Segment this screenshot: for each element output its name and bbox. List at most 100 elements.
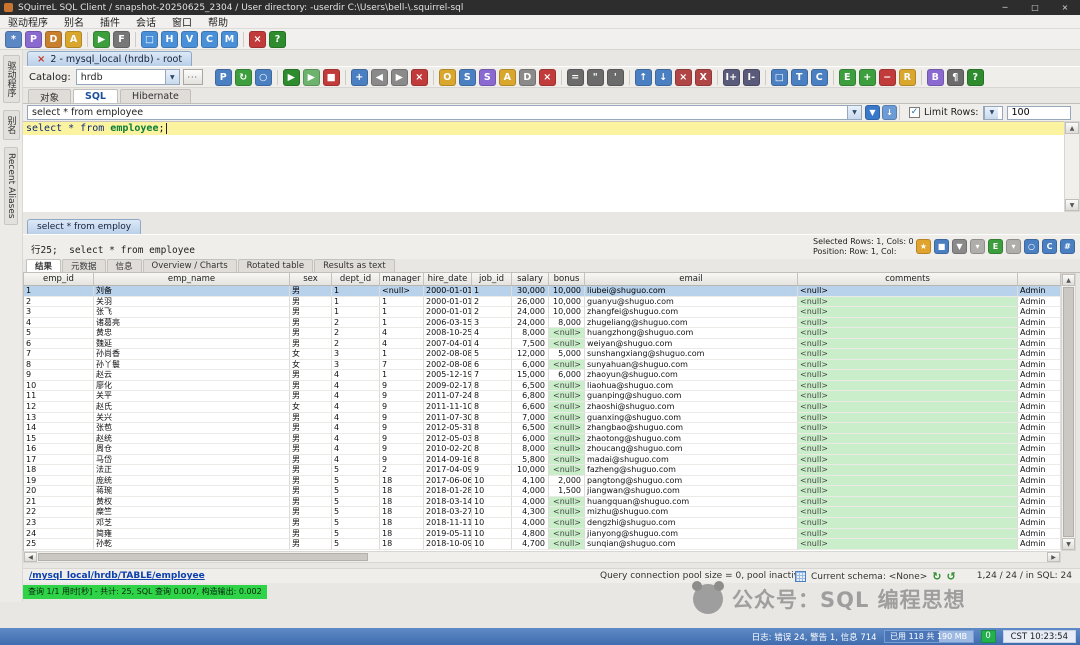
cell[interactable]: 18 xyxy=(380,507,424,518)
cell[interactable]: 2017-04-09 xyxy=(424,465,472,476)
cell[interactable]: 诸葛亮 xyxy=(94,318,290,329)
minimize-button[interactable]: ─ xyxy=(990,0,1020,15)
cell[interactable]: Admin xyxy=(1018,476,1061,487)
catalog-dropdown-icon[interactable] xyxy=(165,70,179,84)
cascade-windows-icon[interactable]: C xyxy=(201,31,218,48)
table-row[interactable]: 6魏延男242007-04-0147,500<null>weiyan@shugu… xyxy=(24,339,1061,350)
cell[interactable]: 2000-01-01 xyxy=(424,297,472,308)
edit-result-icon[interactable]: E xyxy=(839,69,856,86)
col-header-job_id[interactable]: job_id xyxy=(472,273,512,286)
cell[interactable]: mizhu@shuguo.com xyxy=(585,507,798,518)
cell[interactable]: 2 xyxy=(380,465,424,476)
cell[interactable]: 张飞 xyxy=(94,307,290,318)
cell[interactable]: 4 xyxy=(332,423,380,434)
cell[interactable]: 2010-02-20 xyxy=(424,444,472,455)
cell[interactable]: 6,000 xyxy=(512,360,549,371)
col-header-manager[interactable]: manager xyxy=(380,273,424,286)
prev-result-icon[interactable]: ↑ xyxy=(635,69,652,86)
cell[interactable]: Admin xyxy=(1018,465,1061,476)
cell[interactable]: 2002-08-08 xyxy=(424,349,472,360)
cell[interactable]: <null> xyxy=(549,402,585,413)
cell[interactable]: 18 xyxy=(380,518,424,529)
cell[interactable]: 8 xyxy=(472,444,512,455)
cell[interactable]: 7 xyxy=(24,349,94,360)
cell[interactable]: 1 xyxy=(332,286,380,297)
table-row[interactable]: 22糜竺男5182018-03-27104,300<null>mizhu@shu… xyxy=(24,507,1061,518)
cell[interactable]: 4 xyxy=(332,455,380,466)
close-result-icon[interactable]: × xyxy=(675,69,692,86)
menu-item-5[interactable]: 窗口 xyxy=(164,14,200,29)
close-session-icon[interactable] xyxy=(37,54,45,65)
cell[interactable]: 24,000 xyxy=(512,318,549,329)
cell[interactable]: <null> xyxy=(798,360,1018,371)
cell[interactable]: <null> xyxy=(549,465,585,476)
table-row[interactable]: 16周仓男492010-02-2088,000<null>zhoucang@sh… xyxy=(24,444,1061,455)
cell[interactable]: 9 xyxy=(380,413,424,424)
scroll-right-icon[interactable] xyxy=(1047,552,1060,562)
maximize-button[interactable]: □ xyxy=(1020,0,1050,15)
cell[interactable]: 15,000 xyxy=(512,370,549,381)
cell[interactable]: 10,000 xyxy=(549,286,585,297)
cell[interactable]: guanping@shuguo.com xyxy=(585,391,798,402)
cell[interactable]: 1 xyxy=(380,307,424,318)
cell[interactable]: 24 xyxy=(24,529,94,540)
cell[interactable]: <null> xyxy=(380,286,424,297)
cell[interactable]: 6,000 xyxy=(512,434,549,445)
append-file-icon[interactable]: A xyxy=(499,69,516,86)
cell[interactable]: guanyu@shuguo.com xyxy=(585,297,798,308)
cell[interactable]: 2011-11-10 xyxy=(424,402,472,413)
cell[interactable]: 8,000 xyxy=(512,444,549,455)
cell[interactable]: 4 xyxy=(472,328,512,339)
cell[interactable]: 17 xyxy=(24,455,94,466)
cell[interactable]: huangzhong@shuguo.com xyxy=(585,328,798,339)
cell[interactable]: 赵统 xyxy=(94,434,290,445)
cell[interactable]: 男 xyxy=(290,297,332,308)
dock-recent-aliases[interactable]: Recent Aliases xyxy=(4,147,18,225)
cell[interactable]: 张苞 xyxy=(94,423,290,434)
filter-menu-icon[interactable]: ▾ xyxy=(970,239,985,254)
tab-results[interactable]: 结果 xyxy=(26,259,61,272)
scrollbar-thumb[interactable] xyxy=(38,553,368,561)
cell[interactable]: 12 xyxy=(24,402,94,413)
cell[interactable]: 5 xyxy=(332,518,380,529)
cell[interactable]: 蒋琬 xyxy=(94,486,290,497)
cell[interactable]: 15 xyxy=(24,434,94,445)
cell[interactable]: sunshangxiang@shuguo.com xyxy=(585,349,798,360)
scrollbar-thumb[interactable] xyxy=(1063,287,1074,537)
cell[interactable]: 3 xyxy=(332,349,380,360)
cell[interactable]: 2011-07-30 xyxy=(424,413,472,424)
result-frame-tab[interactable]: select * from employ xyxy=(27,219,141,234)
cell[interactable]: 6 xyxy=(472,360,512,371)
cell[interactable]: Admin xyxy=(1018,381,1061,392)
cell[interactable]: Admin xyxy=(1018,539,1061,550)
cell[interactable]: Admin xyxy=(1018,486,1061,497)
cell[interactable]: <null> xyxy=(549,507,585,518)
cell[interactable]: 简雍 xyxy=(94,529,290,540)
tab-objects[interactable]: 对象 xyxy=(28,89,71,103)
cell[interactable]: <null> xyxy=(549,328,585,339)
cell[interactable]: <null> xyxy=(798,402,1018,413)
cell[interactable]: <null> xyxy=(798,444,1018,455)
show-references-icon[interactable]: R xyxy=(899,69,916,86)
cell[interactable]: 男 xyxy=(290,476,332,487)
cell[interactable]: 4 xyxy=(332,381,380,392)
limit-rows-select[interactable] xyxy=(983,106,1003,120)
limit-rows-dropdown-icon[interactable] xyxy=(984,107,998,119)
cell[interactable]: 庞统 xyxy=(94,476,290,487)
cell[interactable]: 3 xyxy=(24,307,94,318)
cell[interactable]: 6,600 xyxy=(512,402,549,413)
open-file-icon[interactable]: O xyxy=(439,69,456,86)
maximize-windows-icon[interactable]: M xyxy=(221,31,238,48)
detach-file-icon[interactable]: D xyxy=(519,69,536,86)
cell[interactable]: <null> xyxy=(549,434,585,445)
tab-info[interactable]: 信息 xyxy=(107,259,142,272)
font-decrease-icon[interactable]: I- xyxy=(743,69,760,86)
table-vertical-scrollbar[interactable] xyxy=(1061,273,1076,551)
cell[interactable]: Admin xyxy=(1018,286,1061,297)
cell[interactable]: 男 xyxy=(290,486,332,497)
cell[interactable]: 5 xyxy=(332,529,380,540)
cell[interactable]: 18 xyxy=(380,476,424,487)
cell[interactable]: 1 xyxy=(380,318,424,329)
cell[interactable]: <null> xyxy=(798,518,1018,529)
cell[interactable]: 5 xyxy=(24,328,94,339)
